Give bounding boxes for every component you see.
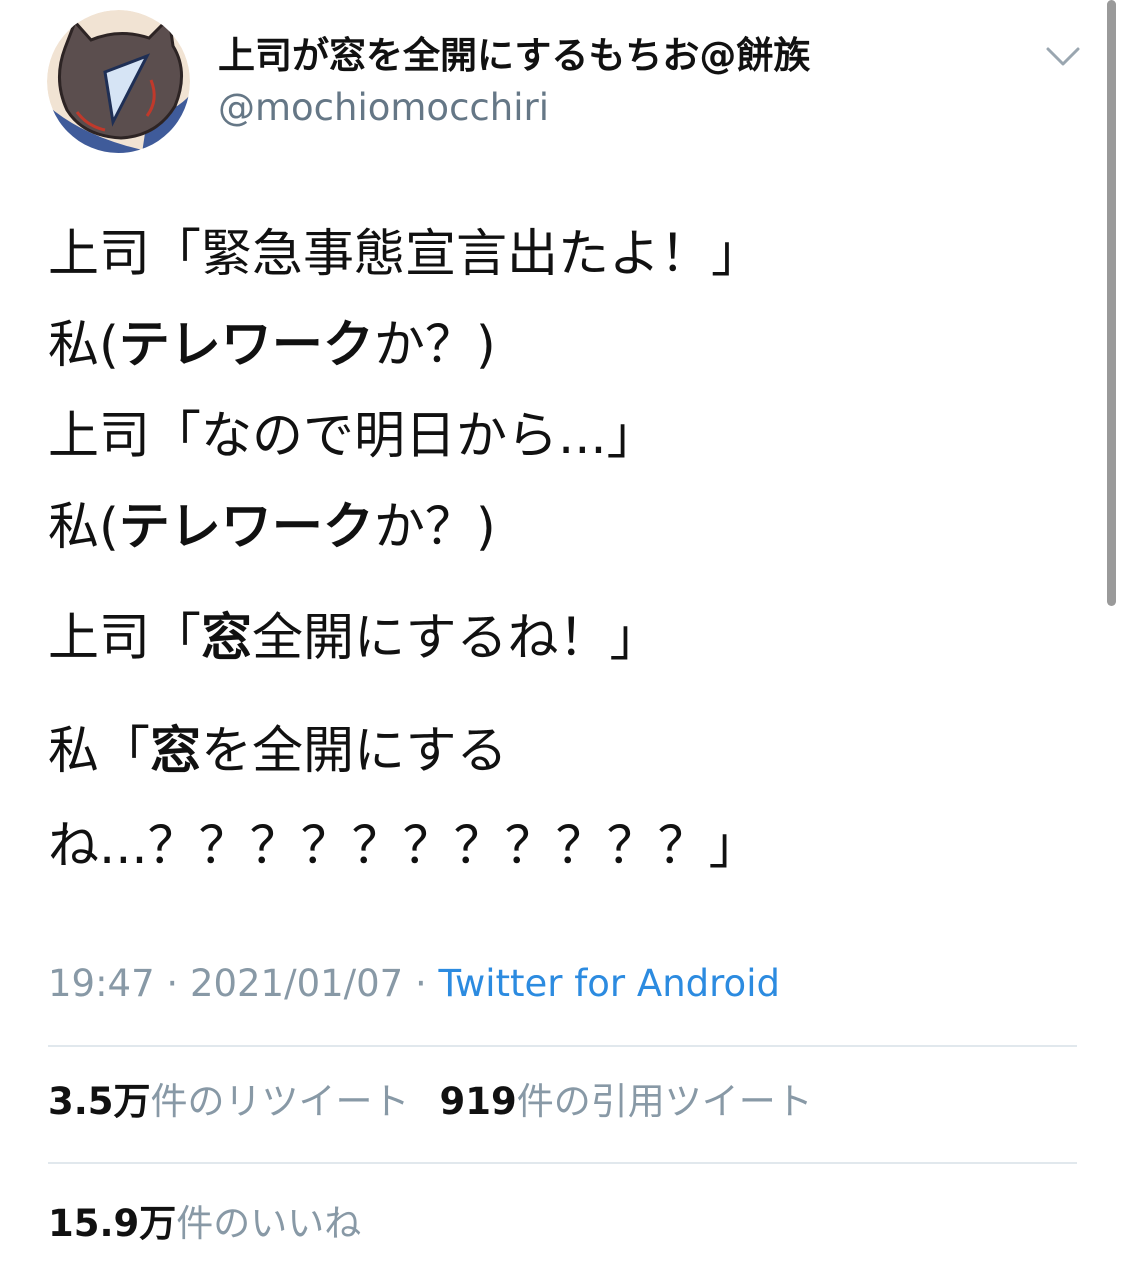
tweet-line: 上司「緊急事態宣言出たよ！」 bbox=[48, 220, 762, 290]
tweet-meta: 19:47 · 2021/01/07 · Twitter for Android bbox=[48, 960, 780, 1008]
avatar[interactable] bbox=[47, 10, 190, 153]
tweet-text-segment: か？) bbox=[373, 316, 496, 375]
likes-link[interactable]: 15.9万件のいいね bbox=[48, 1202, 361, 1245]
tweet-text-segment: 上司「なので明日から...」 bbox=[48, 407, 658, 466]
tweet-text-segment: 全開にするね！」 bbox=[252, 609, 661, 668]
tweet-text-segment: を全開にする bbox=[201, 722, 508, 781]
tweet-line: 上司「窓全開にするね！」 bbox=[48, 604, 661, 674]
retweet-stats: 3.5万件のリツイート 919件の引用ツイート bbox=[48, 1078, 813, 1126]
tweet-line: 私「窓を全開にする bbox=[48, 717, 508, 787]
tweet-text-bold: テレワーク bbox=[118, 498, 374, 557]
scrollbar[interactable] bbox=[1107, 0, 1116, 606]
retweets-count: 3.5万 bbox=[48, 1080, 151, 1123]
tweet-line: 私(テレワークか？) bbox=[48, 493, 496, 563]
meta-separator: · bbox=[403, 962, 439, 1005]
tweet-client-link[interactable]: Twitter for Android bbox=[439, 962, 780, 1005]
tweet-text-segment: 上司「 bbox=[48, 609, 202, 668]
likes-stats: 15.9万件のいいね bbox=[48, 1200, 361, 1248]
tweet-text-bold: テレワーク bbox=[118, 316, 374, 375]
tweet-text-bold: 窓 bbox=[201, 609, 253, 668]
tweet-text-segment: 上司「緊急事態宣言出たよ！」 bbox=[48, 225, 763, 284]
tweet-date[interactable]: 2021/01/07 bbox=[190, 962, 403, 1005]
likes-count: 15.9万 bbox=[48, 1202, 177, 1245]
tweet-text-segment: 私( bbox=[48, 316, 119, 375]
quotes-count: 919 bbox=[439, 1080, 517, 1123]
quotes-link[interactable]: 919件の引用ツイート bbox=[440, 1080, 813, 1123]
tweet-text-segment: か？) bbox=[373, 498, 496, 557]
author-handle[interactable]: @mochiomocchiri bbox=[218, 84, 549, 132]
likes-label: 件のいいね bbox=[176, 1202, 362, 1245]
tweet-text-segment: 私「 bbox=[48, 722, 151, 781]
retweets-link[interactable]: 3.5万件のリツイート bbox=[48, 1080, 410, 1123]
tweet-line: ね...？？？？？？？？？？？」 bbox=[48, 812, 760, 882]
divider bbox=[48, 1045, 1077, 1047]
tweet-text-bold: 窓 bbox=[150, 722, 202, 781]
avatar-illustration bbox=[47, 10, 190, 153]
divider bbox=[48, 1162, 1077, 1164]
tweet-time[interactable]: 19:47 bbox=[48, 962, 155, 1005]
chevron-down-icon[interactable] bbox=[1040, 38, 1086, 74]
tweet-line: 私(テレワークか？) bbox=[48, 311, 496, 381]
tweet-text-segment: ね...？？？？？？？？？？？」 bbox=[48, 817, 760, 876]
quotes-label: 件の引用ツイート bbox=[516, 1080, 813, 1123]
tweet-line: 上司「なので明日から...」 bbox=[48, 402, 658, 472]
retweets-label: 件のリツイート bbox=[150, 1080, 410, 1123]
meta-separator: · bbox=[154, 962, 190, 1005]
tweet-text-segment: 私( bbox=[48, 498, 119, 557]
author-display-name[interactable]: 上司が窓を全開にするもちお@餅族 bbox=[218, 32, 810, 80]
